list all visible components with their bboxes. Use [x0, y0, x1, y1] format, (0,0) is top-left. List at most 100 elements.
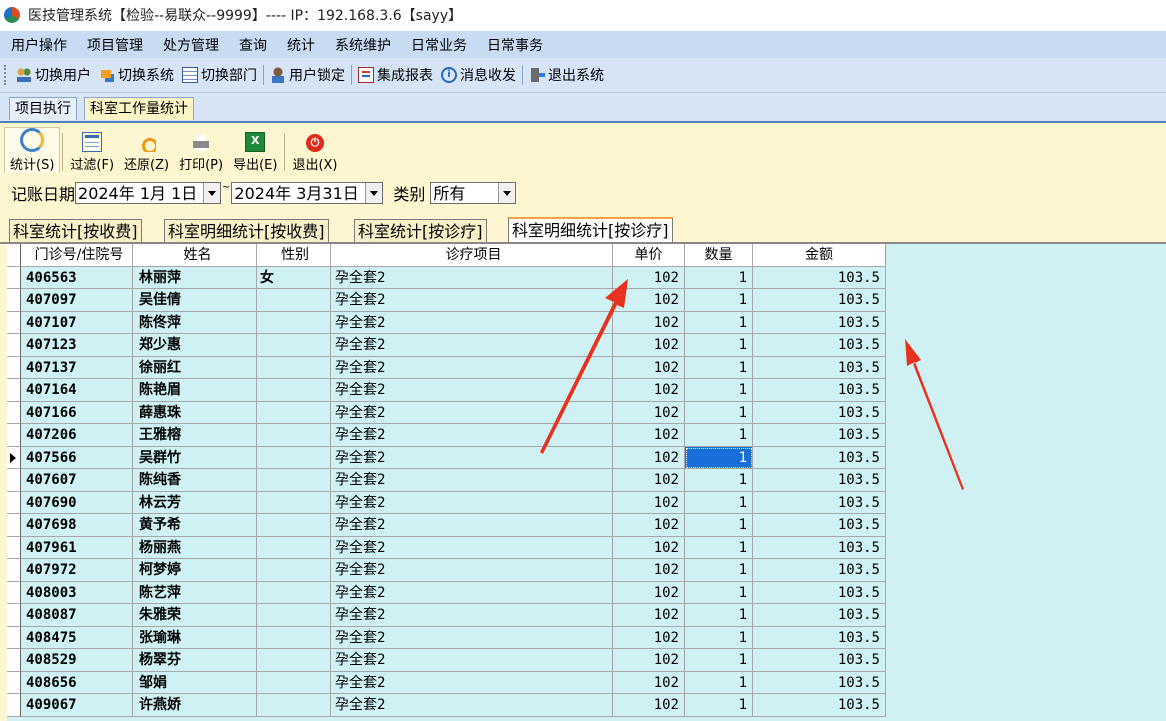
- cell-treatment-item[interactable]: 孕全套2: [331, 604, 613, 627]
- cell-unit-price[interactable]: 102: [613, 334, 685, 357]
- cell-treatment-item[interactable]: 孕全套2: [331, 334, 613, 357]
- cell-treatment-item[interactable]: 孕全套2: [331, 424, 613, 447]
- cell-patient-id[interactable]: 407137: [21, 356, 133, 379]
- date-from-picker[interactable]: 2024年 1月 1日: [75, 182, 222, 204]
- cell-gender[interactable]: [257, 446, 331, 469]
- row-selector[interactable]: [7, 401, 21, 424]
- cell-treatment-item[interactable]: 孕全套2: [331, 559, 613, 582]
- cell-quantity[interactable]: 1: [685, 401, 753, 424]
- cell-quantity[interactable]: 1: [685, 604, 753, 627]
- cell-treatment-item[interactable]: 孕全套2: [331, 649, 613, 672]
- cell-amount[interactable]: 103.5: [753, 334, 886, 357]
- cell-name[interactable]: 郑少惠: [133, 334, 257, 357]
- cell-quantity[interactable]: 1: [685, 649, 753, 672]
- cell-quantity[interactable]: 1: [685, 581, 753, 604]
- table-row[interactable]: 407164 陈艳眉 孕全套2 102 1 103.5: [7, 379, 886, 402]
- table-row[interactable]: 407566 吴群竹 孕全套2 102 1 103.5: [7, 446, 886, 469]
- menu-prescription-mgmt[interactable]: 处方管理: [153, 35, 229, 55]
- cell-treatment-item[interactable]: 孕全套2: [331, 491, 613, 514]
- cell-patient-id[interactable]: 407097: [21, 289, 133, 312]
- cell-amount[interactable]: 103.5: [753, 379, 886, 402]
- table-row[interactable]: 407107 陈佟萍 孕全套2 102 1 103.5: [7, 311, 886, 334]
- switch-user-button[interactable]: 切换用户: [12, 65, 95, 85]
- cell-quantity[interactable]: 1: [685, 446, 753, 469]
- table-row[interactable]: 409067 许燕娇 孕全套2 102 1 103.5: [7, 694, 886, 717]
- table-row[interactable]: 407166 薛惠珠 孕全套2 102 1 103.5: [7, 401, 886, 424]
- table-row[interactable]: 408529 杨翠芬 孕全套2 102 1 103.5: [7, 649, 886, 672]
- cell-name[interactable]: 黄予希: [133, 514, 257, 537]
- cell-unit-price[interactable]: 102: [613, 536, 685, 559]
- cell-patient-id[interactable]: 407972: [21, 559, 133, 582]
- row-selector[interactable]: [7, 469, 21, 492]
- cell-quantity[interactable]: 1: [685, 559, 753, 582]
- cell-patient-id[interactable]: 408475: [21, 626, 133, 649]
- statistics-button[interactable]: 统计(S): [4, 127, 61, 173]
- tab-dept-stats-by-treatment[interactable]: 科室统计[按诊疗]: [354, 219, 487, 242]
- cell-patient-id[interactable]: 409067: [21, 694, 133, 717]
- table-row[interactable]: 407961 杨丽燕 孕全套2 102 1 103.5: [7, 536, 886, 559]
- column-header-name[interactable]: 姓名: [133, 244, 257, 267]
- cell-treatment-item[interactable]: 孕全套2: [331, 401, 613, 424]
- row-selector[interactable]: [7, 604, 21, 627]
- table-row[interactable]: 407607 陈纯香 孕全套2 102 1 103.5: [7, 469, 886, 492]
- cell-amount[interactable]: 103.5: [753, 581, 886, 604]
- cell-gender[interactable]: [257, 469, 331, 492]
- row-selector[interactable]: [7, 559, 21, 582]
- cell-name[interactable]: 朱雅荣: [133, 604, 257, 627]
- cell-amount[interactable]: 103.5: [753, 356, 886, 379]
- cell-name[interactable]: 林丽萍: [133, 266, 257, 289]
- cell-unit-price[interactable]: 102: [613, 694, 685, 717]
- row-selector[interactable]: [7, 379, 21, 402]
- cell-patient-id[interactable]: 407206: [21, 424, 133, 447]
- cell-patient-id[interactable]: 407690: [21, 491, 133, 514]
- cell-gender[interactable]: [257, 649, 331, 672]
- cell-gender[interactable]: 女: [257, 266, 331, 289]
- cell-treatment-item[interactable]: 孕全套2: [331, 626, 613, 649]
- table-row[interactable]: 406563 林丽萍女孕全套2 102 1 103.5: [7, 266, 886, 289]
- cell-patient-id[interactable]: 407607: [21, 469, 133, 492]
- cell-name[interactable]: 吴佳倩: [133, 289, 257, 312]
- cell-quantity[interactable]: 1: [685, 514, 753, 537]
- cell-gender[interactable]: [257, 334, 331, 357]
- cell-unit-price[interactable]: 102: [613, 671, 685, 694]
- cell-quantity[interactable]: 1: [685, 424, 753, 447]
- table-row[interactable]: 407698 黄予希 孕全套2 102 1 103.5: [7, 514, 886, 537]
- cell-gender[interactable]: [257, 311, 331, 334]
- row-selector[interactable]: [7, 514, 21, 537]
- cell-unit-price[interactable]: 102: [613, 649, 685, 672]
- undo-button[interactable]: 还原(Z): [119, 127, 174, 173]
- tab-dept-workload-stats[interactable]: 科室工作量统计: [84, 97, 194, 120]
- cell-treatment-item[interactable]: 孕全套2: [331, 581, 613, 604]
- row-selector[interactable]: [7, 311, 21, 334]
- cell-quantity[interactable]: 1: [685, 491, 753, 514]
- exit-button[interactable]: ⏻ 退出(X): [287, 127, 342, 173]
- detail-data-grid[interactable]: 门诊号/住院号 姓名 性别 诊疗项目 单价 数量 金额 406563 林丽萍女孕全…: [7, 244, 1166, 721]
- chevron-down-icon[interactable]: [365, 183, 383, 203]
- cell-patient-id[interactable]: 407107: [21, 311, 133, 334]
- cell-treatment-item[interactable]: 孕全套2: [331, 514, 613, 537]
- cell-quantity[interactable]: 1: [685, 469, 753, 492]
- row-selector[interactable]: [7, 649, 21, 672]
- cell-amount[interactable]: 103.5: [753, 491, 886, 514]
- cell-unit-price[interactable]: 102: [613, 379, 685, 402]
- cell-amount[interactable]: 103.5: [753, 694, 886, 717]
- cell-unit-price[interactable]: 102: [613, 491, 685, 514]
- cell-unit-price[interactable]: 102: [613, 266, 685, 289]
- cell-quantity[interactable]: 1: [685, 626, 753, 649]
- exit-system-button[interactable]: 退出系统: [525, 65, 608, 85]
- cell-treatment-item[interactable]: 孕全套2: [331, 289, 613, 312]
- cell-gender[interactable]: [257, 289, 331, 312]
- cell-unit-price[interactable]: 102: [613, 289, 685, 312]
- cell-name[interactable]: 张瑜琳: [133, 626, 257, 649]
- row-selector[interactable]: [7, 266, 21, 289]
- cell-unit-price[interactable]: 102: [613, 401, 685, 424]
- cell-gender[interactable]: [257, 491, 331, 514]
- cell-gender[interactable]: [257, 581, 331, 604]
- row-selector[interactable]: [7, 581, 21, 604]
- cell-gender[interactable]: [257, 356, 331, 379]
- cell-treatment-item[interactable]: 孕全套2: [331, 311, 613, 334]
- cell-patient-id[interactable]: 408656: [21, 671, 133, 694]
- cell-patient-id[interactable]: 408087: [21, 604, 133, 627]
- cell-gender[interactable]: [257, 604, 331, 627]
- row-selector[interactable]: [7, 491, 21, 514]
